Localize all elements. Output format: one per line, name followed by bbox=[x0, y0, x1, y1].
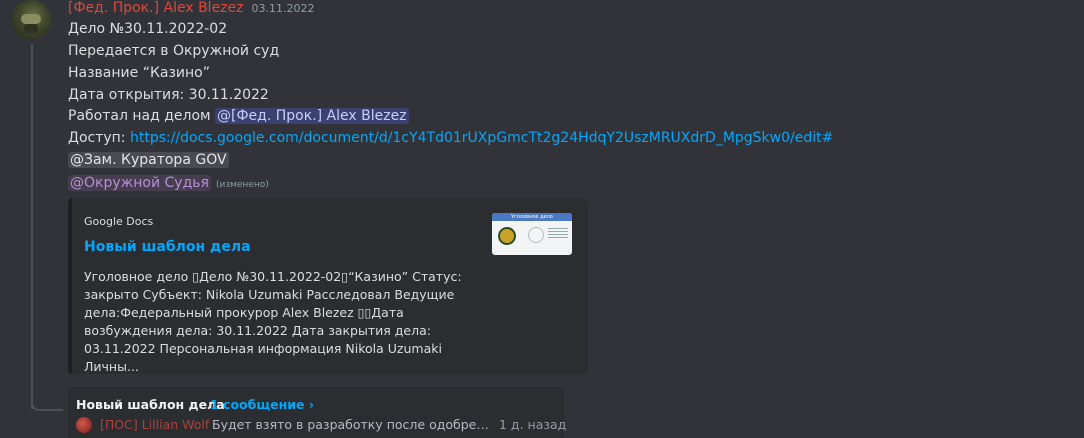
avatar-visor bbox=[21, 14, 41, 24]
author-avatar-icon[interactable] bbox=[11, 0, 51, 40]
thread-last-time: 1 д. назад bbox=[499, 417, 567, 432]
embed-thumbnail[interactable]: Уголовное дело bbox=[492, 213, 572, 255]
thread-card[interactable]: Новый шаблон дела 1 сообщение › [ПОС] Li… bbox=[68, 387, 567, 438]
stamp-icon bbox=[528, 227, 544, 243]
role-mention-deputy-curator[interactable]: @Зам. Куратора GOV bbox=[68, 152, 229, 168]
message-line-name: Название “Казино” bbox=[68, 65, 210, 81]
thread-connector-line bbox=[31, 44, 33, 409]
message-line-worked-on: Работал над делом @[Фед. Прок.] Alex Ble… bbox=[68, 108, 409, 124]
thread-name[interactable]: Новый шаблон дела bbox=[76, 397, 225, 412]
message-line-open-date: Дата открытия: 30.11.2022 bbox=[68, 87, 269, 103]
edited-label: (изменено) bbox=[215, 180, 269, 190]
embed-description: Уголовное дело ▯Дело №30.11.2022-02▯“Каз… bbox=[84, 269, 462, 374]
link-embed: Google Docs Новый шаблон дела Уголовное … bbox=[68, 198, 588, 374]
thumbnail-header: Уголовное дело bbox=[492, 213, 572, 221]
avatar-mask bbox=[24, 24, 38, 33]
message-line-access: Доступ: https://docs.google.com/document… bbox=[68, 130, 833, 146]
embed-provider[interactable]: Google Docs bbox=[84, 215, 153, 228]
role-mention-district-judge[interactable]: @Окружной Судья bbox=[68, 175, 211, 191]
thread-message-count[interactable]: 1 сообщение › bbox=[210, 397, 314, 412]
worked-on-label: Работал над делом bbox=[68, 108, 216, 124]
document-link[interactable]: https://docs.google.com/document/d/1cY4T… bbox=[130, 130, 833, 146]
author-name[interactable]: [Фед. Прок.] Alex Blezez bbox=[68, 0, 244, 16]
message-line-transfer: Передается в Окружной суд bbox=[68, 43, 280, 59]
thread-last-preview: Будет взято в разработку после одобрения… bbox=[212, 417, 490, 432]
embed-title[interactable]: Новый шаблон дела bbox=[84, 239, 251, 255]
access-label: Доступ: bbox=[68, 130, 130, 146]
message-line-case-number: Дело №30.11.2022-02 bbox=[68, 21, 228, 37]
thread-connector-elbow bbox=[31, 395, 63, 411]
message-line-role-deputy: @Зам. Куратора GOV bbox=[68, 152, 229, 168]
message-line-role-judge: @Окружной Судья (изменено) bbox=[68, 175, 269, 191]
message-header: [Фед. Прок.] Alex Blezez 03.11.2022 bbox=[68, 0, 314, 20]
user-mention[interactable]: @[Фед. Прок.] Alex Blezez bbox=[215, 108, 409, 124]
thread-reply-avatar-icon bbox=[76, 417, 92, 433]
message-timestamp[interactable]: 03.11.2022 bbox=[252, 2, 315, 15]
thumbnail-text-lines bbox=[548, 228, 568, 240]
seal-icon bbox=[498, 227, 516, 245]
thread-last-author: [ПОС] Lillian Wolf bbox=[100, 417, 210, 432]
